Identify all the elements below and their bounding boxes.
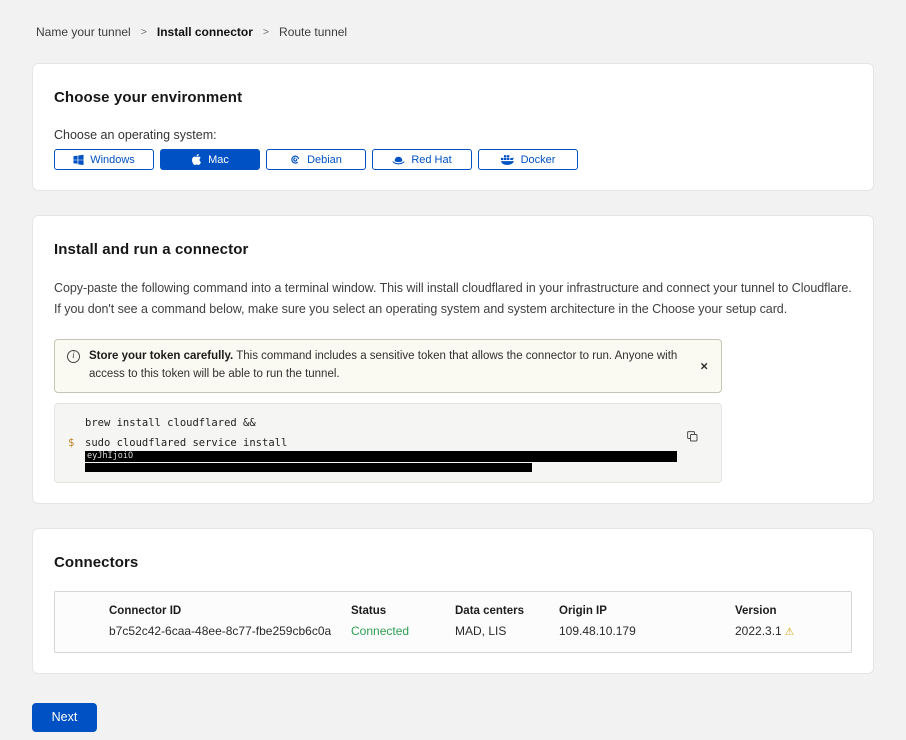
redacted-token-bar [85,463,532,472]
os-button-label: Windows [90,154,135,166]
os-select-label: Choose an operating system: [54,128,852,142]
code-line: $ sudo cloudflared service install [68,436,681,451]
docker-icon [501,154,515,165]
connectors-card: Connectors Connector ID Status Data cent… [32,528,874,674]
os-button-label: Debian [307,154,342,166]
install-connector-card: Install and run a connector Copy-paste t… [32,215,874,504]
code-line: brew install cloudflared && [68,416,681,431]
shell-prompt: $ [68,436,85,451]
code-prompt-spacer [68,462,85,472]
debian-icon [290,154,301,165]
install-card-description: Copy-paste the following command into a … [54,278,854,319]
cell-origin-ip: 109.48.10.179 [559,624,735,638]
header-data-centers: Data centers [455,605,559,617]
apple-icon [191,153,202,166]
os-button-group: Windows Mac Debian Red Hat Docker [54,149,852,170]
cell-status: Connected [351,624,455,638]
code-command-1: brew install cloudflared && [85,416,256,431]
breadcrumb-step-route-tunnel[interactable]: Route tunnel [279,25,347,39]
code-prompt-spacer [68,451,85,462]
os-button-debian[interactable]: Debian [266,149,366,170]
version-warning-icon: ⚠ [785,626,794,638]
version-value: 2022.3.1 [735,624,782,638]
os-button-label: Red Hat [411,154,451,166]
install-command-code-block: brew install cloudflared && $ sudo cloud… [54,403,722,483]
os-button-redhat[interactable]: Red Hat [372,149,472,170]
windows-icon [73,154,84,165]
table-row: b7c52c42-6caa-48ee-8c77-fbe259cb6c0a Con… [55,617,851,652]
os-button-windows[interactable]: Windows [54,149,154,170]
cell-version: 2022.3.1⚠ [735,624,851,638]
token-line: eyJhIjoiO [68,451,681,462]
token-line [68,462,681,472]
header-origin-ip: Origin IP [559,605,735,617]
os-button-docker[interactable]: Docker [478,149,578,170]
redhat-icon [392,155,405,165]
alert-title: Store your token carefully. [89,350,233,362]
breadcrumb-separator-icon: > [141,26,147,38]
copy-icon [686,431,699,446]
os-button-mac[interactable]: Mac [160,149,260,170]
table-header-row: Connector ID Status Data centers Origin … [55,592,851,617]
header-connector-id: Connector ID [55,605,351,617]
breadcrumb: Name your tunnel > Install connector > R… [0,0,906,39]
environment-card-title: Choose your environment [54,89,852,106]
redacted-token-bar: eyJhIjoiO [85,451,677,462]
install-card-title: Install and run a connector [54,241,852,258]
copy-command-button[interactable] [686,430,699,443]
cell-connector-id: b7c52c42-6caa-48ee-8c77-fbe259cb6c0a [55,624,351,638]
breadcrumb-step-name-your-tunnel[interactable]: Name your tunnel [36,25,131,39]
header-version: Version [735,605,851,617]
header-status: Status [351,605,455,617]
connectors-card-title: Connectors [54,554,852,571]
breadcrumb-step-install-connector[interactable]: Install connector [157,25,253,39]
code-command-2: sudo cloudflared service install [85,436,287,451]
choose-environment-card: Choose your environment Choose an operat… [32,63,874,191]
cell-data-centers: MAD, LIS [455,624,559,638]
os-button-label: Mac [208,154,229,166]
alert-close-button[interactable]: × [700,360,708,373]
os-button-label: Docker [521,154,556,166]
alert-text: Store your token carefully.This command … [89,348,687,384]
breadcrumb-separator-icon: > [263,26,269,38]
connectors-table: Connector ID Status Data centers Origin … [54,591,852,653]
next-button[interactable]: Next [32,703,97,732]
info-icon: i [67,350,80,363]
token-warning-alert: i Store your token carefully.This comman… [54,339,722,393]
